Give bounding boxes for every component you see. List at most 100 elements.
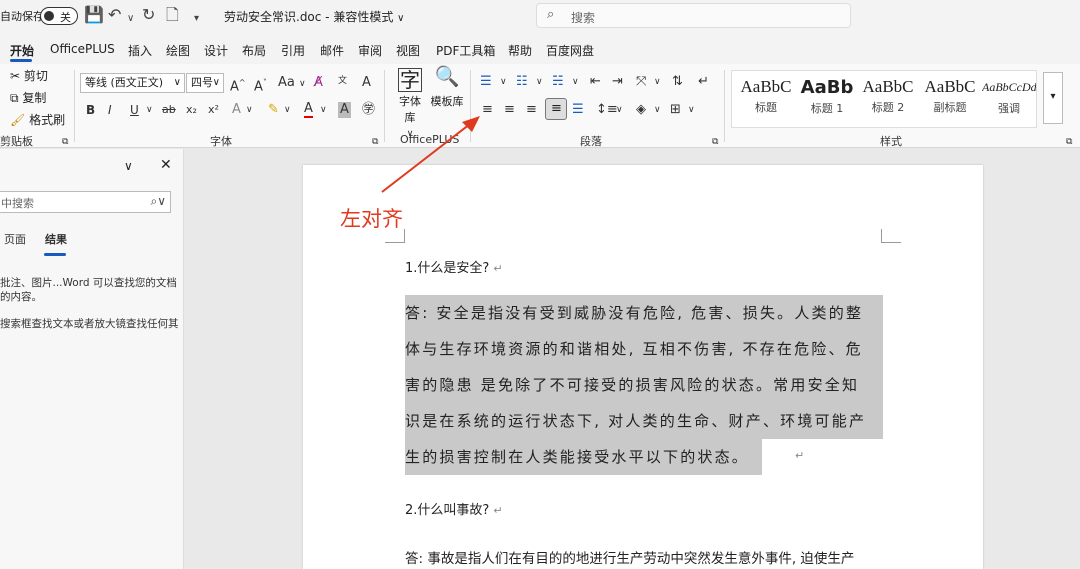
align-left-icon[interactable]: ≡ bbox=[482, 102, 493, 118]
tab-insert[interactable]: 插入 bbox=[128, 42, 152, 59]
show-marks-icon[interactable]: ↵ bbox=[698, 74, 709, 90]
tab-baidu-netdisk[interactable]: 百度网盘 bbox=[546, 42, 594, 59]
font-size-value: 四号 bbox=[191, 76, 213, 89]
styles-more-button[interactable]: ▾ bbox=[1043, 72, 1063, 124]
copy-button[interactable]: ⧉ 复制 bbox=[10, 90, 46, 106]
dialog-launcher-icon[interactable]: ⧉ bbox=[62, 134, 68, 150]
dialog-launcher-icon[interactable]: ⧉ bbox=[1066, 134, 1072, 150]
strikethrough-icon[interactable]: ab bbox=[162, 102, 176, 118]
enclose-char-icon[interactable]: ㊫ bbox=[362, 102, 375, 118]
phonetic-guide-icon[interactable]: 文 bbox=[338, 73, 347, 89]
font-size-select[interactable]: 四号 ∨ bbox=[186, 73, 224, 93]
tab-layout[interactable]: 布局 bbox=[242, 42, 266, 59]
dialog-launcher-icon[interactable]: ⧉ bbox=[372, 134, 378, 150]
tab-officeplus[interactable]: OfficePLUS bbox=[50, 42, 115, 56]
question-2[interactable]: 2.什么叫事故? ↵ bbox=[405, 499, 503, 518]
chevron-down-icon[interactable]: ∨ bbox=[500, 74, 507, 90]
chevron-down-icon[interactable]: ∨ bbox=[688, 102, 695, 118]
tab-home[interactable]: 开始 bbox=[10, 42, 34, 59]
nav-tab-results[interactable]: 结果 bbox=[45, 231, 67, 247]
shrink-font-icon[interactable]: A˅ bbox=[254, 75, 267, 95]
numbering-icon[interactable]: ☷ bbox=[516, 74, 528, 90]
font-name-value: 等线 (西文正文) bbox=[85, 76, 164, 89]
format-painter-button[interactable]: 🖌 格式刷 bbox=[10, 112, 65, 128]
highlight-icon[interactable]: ✎ bbox=[268, 102, 279, 118]
search-input[interactable]: ⌕ 搜索 bbox=[536, 3, 851, 28]
save-icon[interactable]: 💾 bbox=[84, 5, 104, 25]
decrease-indent-icon[interactable]: ⇤ bbox=[590, 74, 601, 90]
tab-design[interactable]: 设计 bbox=[204, 42, 228, 59]
tab-draw[interactable]: 绘图 bbox=[166, 42, 190, 59]
font-library-button[interactable]: 字 字体库 ∨ bbox=[394, 68, 426, 142]
style-heading-1[interactable]: AaBb 标题 1 bbox=[798, 77, 856, 116]
chevron-down-icon[interactable]: ∨ bbox=[246, 102, 253, 118]
change-case-icon[interactable]: Aa ∨ bbox=[278, 75, 306, 92]
tab-pdf-tools[interactable]: PDF工具箱 bbox=[436, 42, 495, 59]
font-color-icon[interactable]: A bbox=[304, 102, 313, 118]
close-icon[interactable]: ✕ bbox=[160, 157, 172, 173]
question-1[interactable]: 1.什么是安全? ↵ bbox=[405, 257, 503, 276]
chevron-down-icon: ∨ bbox=[173, 77, 181, 88]
chevron-down-icon[interactable]: ∨ bbox=[616, 102, 623, 118]
autosave-toggle[interactable]: 关 bbox=[40, 7, 78, 25]
paragraph-mark: ↵ bbox=[795, 449, 805, 462]
cut-button[interactable]: ✂ 剪切 bbox=[10, 68, 48, 84]
multilevel-list-icon[interactable]: ☵ bbox=[552, 74, 564, 90]
borders-icon[interactable]: ⊞ bbox=[670, 102, 681, 118]
undo-icon[interactable]: ↶ bbox=[108, 5, 121, 25]
nav-search-placeholder: 中搜索 bbox=[1, 197, 34, 210]
nav-search-input[interactable]: 中搜索 ⌕∨ bbox=[0, 191, 171, 213]
chevron-down-icon[interactable]: ∨ bbox=[284, 102, 291, 118]
italic-icon[interactable]: I bbox=[108, 102, 112, 118]
line-spacing-icon[interactable]: ↕≡ bbox=[596, 102, 618, 118]
undo-dropdown-icon[interactable]: ∨ bbox=[127, 9, 134, 29]
char-shading-icon[interactable]: A bbox=[338, 102, 351, 118]
increase-indent-icon[interactable]: ⇥ bbox=[612, 74, 623, 90]
subscript-icon[interactable]: x₂ bbox=[186, 102, 197, 118]
redo-icon[interactable]: ↻ bbox=[142, 5, 155, 25]
new-doc-icon[interactable]: 🗋 bbox=[166, 5, 179, 25]
style-emphasis[interactable]: AaBbCcDd 强调 bbox=[982, 77, 1036, 116]
justify-button-selected[interactable]: ≡ bbox=[545, 98, 567, 120]
tab-mailings[interactable]: 邮件 bbox=[320, 42, 344, 59]
chevron-down-icon[interactable]: ∨ bbox=[320, 102, 327, 118]
styles-group-label: 样式 bbox=[880, 135, 902, 148]
style-subtitle[interactable]: AaBbC 副标题 bbox=[920, 77, 980, 115]
chevron-down-icon[interactable]: ∨ bbox=[654, 74, 661, 90]
template-library-button[interactable]: 🔍 模板库 bbox=[430, 66, 464, 110]
answer-2-text[interactable]: 答: 事故是指人们在有目的的地进行生产劳动中突然发生意外事件, 迫使生产 bbox=[405, 547, 854, 567]
customize-toolbar-icon[interactable]: ▾ bbox=[194, 9, 199, 29]
shading-icon[interactable]: ◈ bbox=[636, 102, 646, 118]
chinese-layout-icon[interactable]: ⤧ bbox=[636, 74, 646, 90]
chevron-down-icon[interactable]: ∨ bbox=[124, 159, 133, 173]
distributed-icon[interactable]: ☰ bbox=[572, 102, 584, 118]
superscript-icon[interactable]: x² bbox=[208, 102, 219, 118]
char-border-icon[interactable]: A bbox=[362, 75, 371, 91]
underline-icon[interactable]: U bbox=[130, 102, 139, 118]
style-title[interactable]: AaBbC 标题 bbox=[736, 77, 796, 115]
clear-formatting-icon[interactable]: A̸ bbox=[314, 75, 323, 91]
document-page[interactable]: 1.什么是安全? ↵ 答: 安全是指没有受到威胁没有危险, 危害、损失。人类的整 … bbox=[303, 165, 983, 569]
align-right-icon[interactable]: ≡ bbox=[526, 102, 537, 118]
dialog-launcher-icon[interactable]: ⧉ bbox=[712, 134, 718, 150]
tab-references[interactable]: 引用 bbox=[281, 42, 305, 59]
chevron-down-icon[interactable]: ∨ bbox=[572, 74, 579, 90]
tab-view[interactable]: 视图 bbox=[396, 42, 420, 59]
text-effects-icon[interactable]: A bbox=[232, 102, 241, 118]
document-title[interactable]: 劳动安全常识.doc - 兼容性模式 ∨ bbox=[224, 8, 405, 25]
chevron-down-icon[interactable]: ∨ bbox=[654, 102, 661, 118]
sort-icon[interactable]: ⇅ bbox=[672, 74, 683, 90]
tab-review[interactable]: 审阅 bbox=[358, 42, 382, 59]
answer-1-selected[interactable]: 答: 安全是指没有受到威胁没有危险, 危害、损失。人类的整 体与生存环境资源的和… bbox=[405, 295, 883, 475]
clipboard-group-label: 剪贴板 bbox=[0, 135, 33, 148]
chevron-down-icon[interactable]: ∨ bbox=[146, 102, 153, 118]
align-center-icon[interactable]: ≡ bbox=[504, 102, 515, 118]
style-heading-2[interactable]: AaBbC 标题 2 bbox=[858, 77, 918, 115]
nav-tab-pages[interactable]: 页面 bbox=[4, 231, 26, 247]
grow-font-icon[interactable]: A^ bbox=[230, 75, 246, 95]
font-name-select[interactable]: 等线 (西文正文) ∨ bbox=[80, 73, 185, 93]
bullets-icon[interactable]: ☰ bbox=[480, 74, 492, 90]
bold-icon[interactable]: B bbox=[86, 102, 95, 118]
tab-help[interactable]: 帮助 bbox=[508, 42, 532, 59]
chevron-down-icon[interactable]: ∨ bbox=[536, 74, 543, 90]
